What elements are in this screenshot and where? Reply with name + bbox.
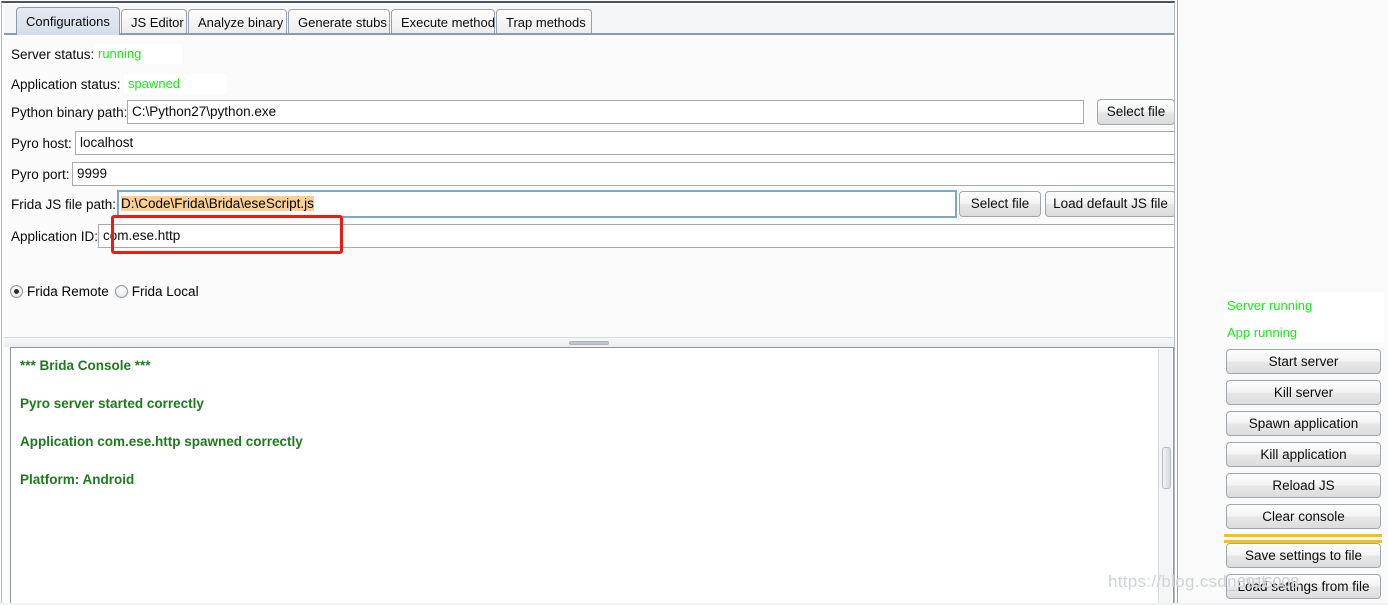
radio-frida-remote-label: Frida Remote: [27, 283, 109, 299]
frida-mode-radio-group: Frida Remote Frida Local: [10, 282, 205, 302]
python-binary-path-label: Python binary path:: [11, 105, 128, 120]
horizontal-splitter-grip[interactable]: [569, 341, 609, 345]
pyro-host-label: Pyro host:: [11, 136, 72, 151]
clear-console-button[interactable]: Clear console: [1226, 504, 1381, 529]
row-application-status: Application status: spawned: [4, 74, 504, 98]
frida-js-load-default-button[interactable]: Load default JS file: [1045, 191, 1174, 217]
row-server-status: Server status: running: [4, 44, 504, 68]
console-line: *** Brida Console ***: [20, 358, 151, 373]
tab-configurations-label: Configurations: [26, 14, 110, 29]
tab-js-editor-label: JS Editor: [131, 15, 184, 30]
python-binary-select-file-button[interactable]: Select file: [1097, 99, 1174, 125]
spawn-application-button[interactable]: Spawn application: [1226, 411, 1381, 436]
radio-frida-local-icon: [114, 284, 128, 298]
console-vertical-scrollbar[interactable]: [1158, 349, 1172, 604]
start-server-button[interactable]: Start server: [1226, 349, 1381, 374]
brida-console-panel[interactable]: *** Brida Console *** Pyro server starte…: [10, 347, 1174, 605]
row-pyro-port: Pyro port: 9999: [4, 159, 1174, 191]
kill-application-button[interactable]: Kill application: [1226, 442, 1381, 467]
console-line: Platform: Android: [20, 472, 135, 487]
radio-frida-local[interactable]: Frida Local: [114, 283, 205, 299]
tab-trap-methods-label: Trap methods: [506, 15, 586, 30]
row-frida-js-file-path: Frida JS file path: D:\Code\Frida\Brida\…: [4, 189, 1174, 221]
tab-strip: Configurations JS Editor Analyze binary …: [4, 5, 1174, 35]
application-status-value: spawned: [124, 74, 227, 94]
tab-analyze-binary[interactable]: Analyze binary: [188, 9, 287, 35]
server-status-value: running: [94, 44, 182, 64]
save-settings-to-file-button[interactable]: Save settings to file: [1226, 543, 1381, 568]
application-id-input[interactable]: com.ese.http: [98, 224, 1174, 248]
tab-execute-method-label: Execute method: [401, 15, 495, 30]
radio-frida-remote[interactable]: Frida Remote: [10, 283, 115, 299]
row-pyro-host: Pyro host: localhost: [4, 128, 1174, 160]
sidebar-status-app: App running: [1227, 325, 1298, 340]
tab-js-editor[interactable]: JS Editor: [121, 9, 187, 35]
server-status-label: Server status:: [11, 47, 95, 62]
application-status-label: Application status:: [11, 77, 121, 92]
tab-execute-method[interactable]: Execute method: [391, 9, 495, 35]
sidebar-divider-top: [1224, 534, 1382, 537]
console-line: Pyro server started correctly: [20, 396, 204, 411]
configurations-form-panel: Server status: running Application statu…: [4, 35, 1174, 337]
horizontal-splitter[interactable]: [4, 337, 1174, 347]
row-python-binary-path: Python binary path: C:\Python27\python.e…: [4, 97, 1174, 129]
main-window: Configurations JS Editor Analyze binary …: [0, 0, 1178, 605]
tab-generate-stubs-label: Generate stubs: [298, 15, 387, 30]
tab-trap-methods[interactable]: Trap methods: [496, 9, 592, 35]
pyro-host-input[interactable]: localhost: [75, 131, 1174, 155]
frida-js-select-file-button[interactable]: Select file: [959, 191, 1041, 217]
application-root: Configurations JS Editor Analyze binary …: [0, 0, 1388, 605]
python-binary-path-input[interactable]: C:\Python27\python.exe: [127, 100, 1084, 124]
load-settings-from-file-button[interactable]: Load settings from file: [1226, 574, 1381, 599]
frida-js-file-path-label: Frida JS file path:: [11, 197, 117, 212]
row-application-id: Application ID: com.ese.http: [4, 221, 1174, 253]
kill-server-button[interactable]: Kill server: [1226, 380, 1381, 405]
right-sidebar: Server running App running Start server …: [1179, 0, 1388, 605]
pyro-port-input[interactable]: 9999: [72, 162, 1174, 186]
pyro-port-label: Pyro port:: [11, 167, 70, 182]
radio-frida-local-label: Frida Local: [131, 283, 199, 299]
radio-frida-remote-icon: [10, 284, 23, 298]
main-window-inner: Configurations JS Editor Analyze binary …: [1, 1, 1175, 605]
tab-analyze-binary-label: Analyze binary: [198, 15, 284, 30]
console-line: Application com.ese.http spawned correct…: [20, 434, 303, 449]
reload-js-button[interactable]: Reload JS: [1226, 473, 1381, 498]
application-id-label: Application ID:: [11, 229, 99, 244]
frida-js-file-path-input[interactable]: D:\Code\Frida\Brida\eseScript.js: [117, 190, 957, 218]
console-scrollbar-thumb[interactable]: [1162, 447, 1171, 489]
sidebar-status-group: Server running App running: [1224, 292, 1384, 342]
tab-configurations[interactable]: Configurations: [16, 7, 120, 35]
frida-js-file-path-selected-text: D:\Code\Frida\Brida\eseScript.js: [121, 196, 314, 211]
tab-generate-stubs[interactable]: Generate stubs: [288, 9, 390, 35]
sidebar-status-server: Server running: [1227, 298, 1313, 313]
